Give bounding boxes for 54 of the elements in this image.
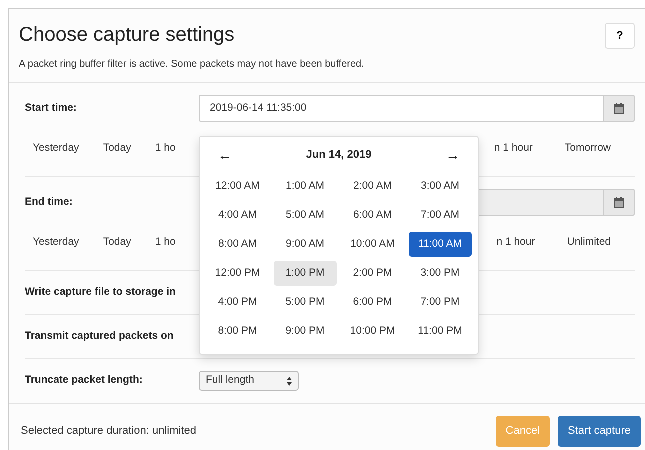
hour-option[interactable]: 11:00 PM	[408, 319, 472, 344]
hour-option[interactable]: 2:00 PM	[341, 261, 404, 286]
dialog-title: Choose capture settings	[19, 23, 235, 47]
quick-time-button[interactable]: n 1 hour	[484, 235, 548, 251]
field-label: Start time:	[25, 100, 78, 116]
hour-option[interactable]: 4:00 AM	[206, 203, 270, 228]
option-label: Transmit captured packets on	[25, 328, 175, 344]
hour-option[interactable]: 3:00 PM	[408, 261, 472, 286]
calendar-button[interactable]	[604, 189, 635, 216]
hour-option[interactable]: 12:00 AM	[206, 174, 270, 199]
hour-option[interactable]: 1:00 AM	[274, 174, 337, 199]
quick-time-button[interactable]: Unlimited	[555, 235, 623, 251]
select-arrows-icon	[287, 376, 292, 386]
quick-time-button[interactable]: Yesterday	[25, 141, 92, 157]
previous-button[interactable]: ←	[206, 145, 244, 166]
hour-option[interactable]: 5:00 AM	[274, 203, 337, 228]
quick-time-button[interactable]: Today	[91, 141, 144, 157]
packet-length-select[interactable]: Full length	[199, 371, 299, 391]
quick-time-button[interactable]: Tomorrow	[552, 141, 623, 157]
hour-option[interactable]: 7:00 PM	[408, 290, 472, 315]
quick-time-button[interactable]: 1 ho	[143, 141, 188, 157]
option-label: Truncate packet length:	[25, 373, 144, 388]
date-time-field[interactable]: 2019-06-14 11:35:00	[199, 95, 604, 122]
hour-option[interactable]: 6:00 PM	[341, 290, 404, 315]
hour-option[interactable]: 4:00 PM	[206, 290, 270, 315]
hour-option[interactable]: 10:00 PM	[341, 319, 404, 344]
hour-option[interactable]: 8:00 PM	[206, 319, 270, 344]
hour-option[interactable]: 12:00 PM	[206, 261, 270, 286]
calendar-icon	[614, 103, 624, 114]
hour-option[interactable]: 3:00 AM	[408, 174, 472, 199]
hour-option[interactable]: 2:00 AM	[341, 174, 404, 199]
hour-option[interactable]: 1:00 PM	[274, 261, 337, 286]
calendar-button[interactable]	[604, 95, 635, 122]
hour-option[interactable]: 11:00 AM	[408, 232, 472, 257]
quick-time-button[interactable]: Today	[91, 235, 144, 251]
help-button[interactable]: ?	[605, 23, 635, 49]
next-button[interactable]: →	[434, 145, 472, 166]
option-label: Write capture file to storage in	[25, 284, 177, 300]
hour-option[interactable]: 5:00 PM	[274, 290, 337, 315]
quick-time-button[interactable]: 1 ho	[143, 235, 188, 251]
hour-option[interactable]: 6:00 AM	[341, 203, 404, 228]
start-capture-button[interactable]: Start capture	[558, 416, 641, 446]
hour-option[interactable]: 9:00 PM	[274, 319, 337, 344]
quick-time-button[interactable]: n 1 hour	[482, 141, 545, 157]
calendar-icon	[614, 197, 624, 208]
hour-option[interactable]: 7:00 AM	[408, 203, 472, 228]
notice-text: A packet ring buffer filter is active. Some packets may not have been buffered.	[19, 58, 366, 72]
field-label: End time:	[25, 194, 74, 210]
hour-option[interactable]: 10:00 AM	[341, 232, 404, 257]
picker-title: Jun 14, 2019	[306, 148, 372, 164]
quick-time-button[interactable]: Yesterday	[25, 235, 92, 251]
hour-option[interactable]: 9:00 AM	[274, 232, 337, 257]
duration-text: Selected capture duration: unlimited	[21, 424, 196, 439]
hour-option[interactable]: 8:00 AM	[206, 232, 270, 257]
